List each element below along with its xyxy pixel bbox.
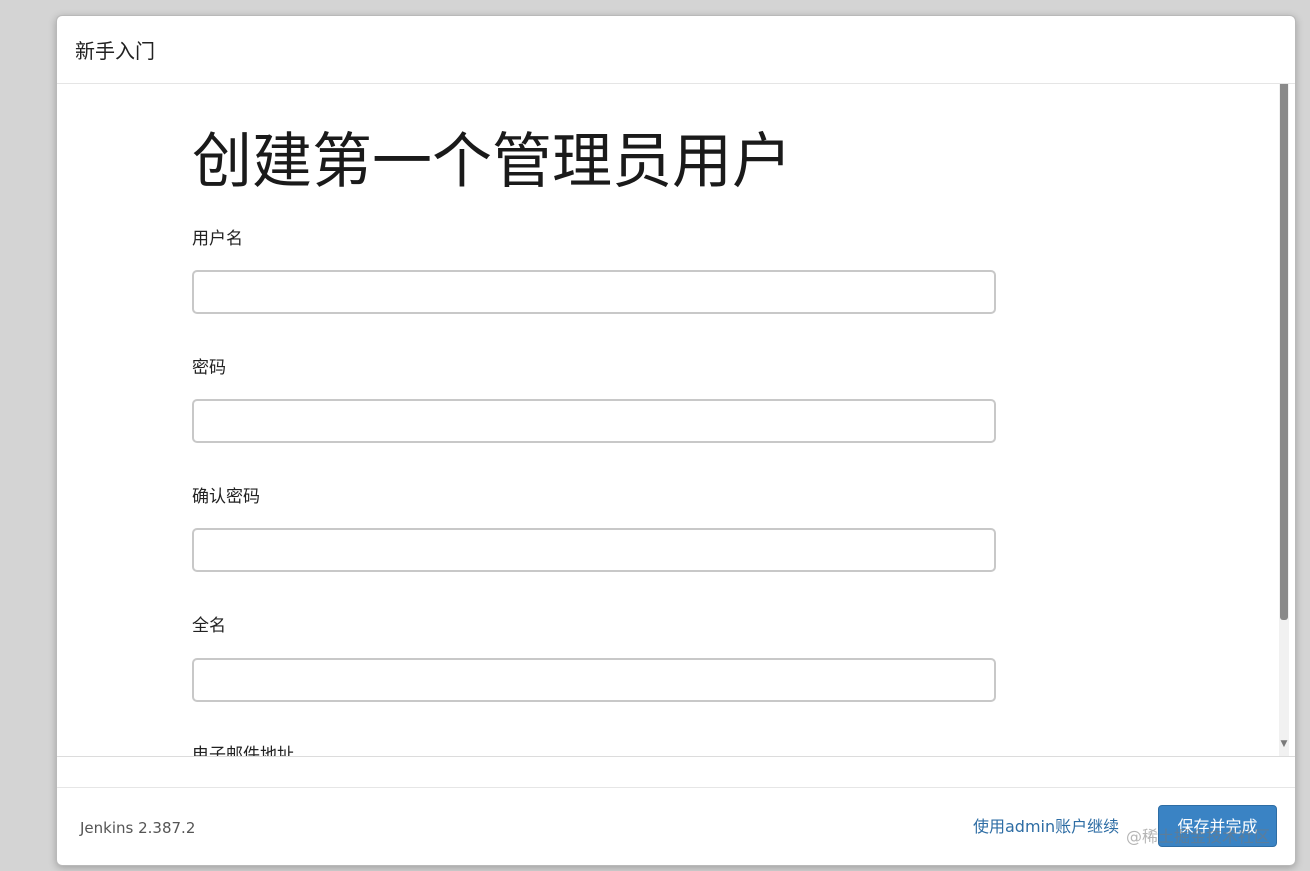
fullname-label: 全名	[192, 616, 226, 636]
scroll-down-arrow-icon[interactable]: ▼	[1279, 739, 1289, 749]
dialog-footer: Jenkins 2.387.2 使用admin账户继续 保存并完成	[57, 756, 1295, 865]
fullname-input[interactable]	[192, 658, 996, 702]
username-input[interactable]	[192, 270, 996, 314]
password-label: 密码	[192, 358, 226, 378]
footer-divider	[57, 787, 1295, 788]
dialog-title: 新手入门	[75, 39, 155, 63]
jenkins-version: Jenkins 2.387.2	[80, 819, 196, 837]
vertical-scrollbar[interactable]: ▼	[1279, 84, 1289, 757]
confirm-password-label: 确认密码	[192, 487, 260, 507]
password-input[interactable]	[192, 399, 996, 443]
page-heading: 创建第一个管理员用户	[192, 127, 792, 197]
username-label: 用户名	[192, 229, 243, 249]
confirm-password-input[interactable]	[192, 528, 996, 572]
dialog-body: 创建第一个管理员用户 用户名 密码 确认密码 全名 电子邮件地址 ▼	[57, 84, 1295, 757]
continue-as-admin-link[interactable]: 使用admin账户继续	[973, 816, 1119, 838]
scrollbar-thumb[interactable]	[1280, 84, 1288, 620]
save-and-finish-button[interactable]: 保存并完成	[1158, 805, 1277, 847]
dialog-header: 新手入门	[57, 16, 1295, 84]
setup-wizard-dialog: 新手入门 创建第一个管理员用户 用户名 密码 确认密码 全名 电子邮件地址 ▼ …	[56, 15, 1296, 866]
